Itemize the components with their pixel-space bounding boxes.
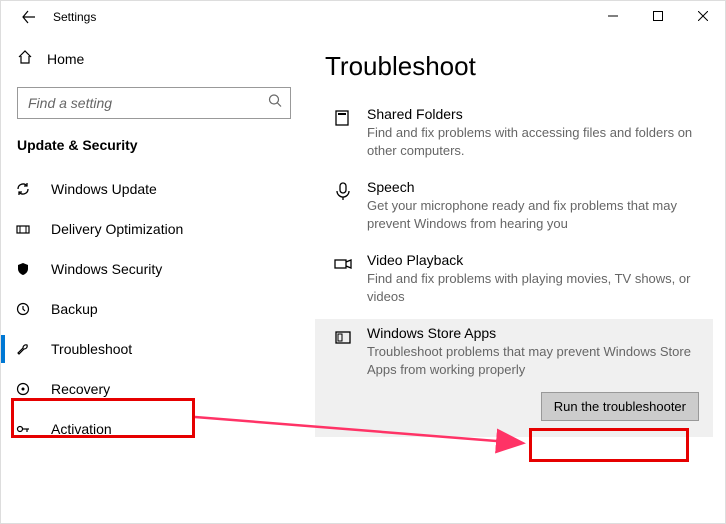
sidebar-item-delivery-optimization[interactable]: Delivery Optimization: [1, 209, 307, 249]
window-controls: [590, 1, 725, 31]
microphone-icon: [329, 179, 357, 232]
back-button[interactable]: [13, 1, 45, 33]
backup-icon: [13, 301, 33, 317]
entry-desc: Find and fix problems with accessing fil…: [367, 124, 699, 159]
sidebar-item-label: Recovery: [51, 381, 110, 397]
troubleshoot-entry-windows-store-apps[interactable]: Windows Store Apps Troubleshoot problems…: [315, 319, 713, 392]
maximize-icon: [653, 11, 663, 21]
troubleshoot-entry-video-playback[interactable]: Video Playback Find and fix problems wit…: [325, 246, 703, 319]
sidebar-home-label: Home: [47, 51, 84, 67]
home-icon: [17, 49, 33, 70]
entry-title: Speech: [367, 179, 699, 195]
search-input[interactable]: [18, 88, 290, 118]
maximize-button[interactable]: [635, 1, 680, 31]
sidebar-home[interactable]: Home: [17, 41, 291, 77]
video-icon: [329, 252, 357, 305]
entry-desc: Find and fix problems with playing movie…: [367, 270, 699, 305]
entry-title: Video Playback: [367, 252, 699, 268]
search-box[interactable]: [17, 87, 291, 119]
troubleshoot-entry-speech[interactable]: Speech Get your microphone ready and fix…: [325, 173, 703, 246]
sidebar-item-label: Delivery Optimization: [51, 221, 183, 237]
sidebar: Home Update & Security Windows Update De…: [1, 33, 307, 523]
sync-icon: [13, 181, 33, 197]
sidebar-category-header: Update & Security: [17, 137, 291, 153]
close-button[interactable]: [680, 1, 725, 31]
minimize-button[interactable]: [590, 1, 635, 31]
sidebar-item-backup[interactable]: Backup: [1, 289, 307, 329]
sidebar-item-windows-security[interactable]: Windows Security: [1, 249, 307, 289]
recovery-icon: [13, 381, 33, 397]
minimize-icon: [608, 11, 618, 21]
main-panel: Troubleshoot Shared Folders Find and fix…: [307, 33, 725, 523]
entry-title: Windows Store Apps: [367, 325, 699, 341]
page-title: Troubleshoot: [325, 51, 703, 82]
window-title: Settings: [53, 10, 96, 24]
wrench-icon: [13, 341, 33, 357]
folder-icon: [329, 106, 357, 159]
entry-desc: Get your microphone ready and fix proble…: [367, 197, 699, 232]
delivery-icon: [13, 221, 33, 237]
entry-desc: Troubleshoot problems that may prevent W…: [367, 343, 699, 378]
run-troubleshooter-button[interactable]: Run the troubleshooter: [541, 392, 699, 421]
sidebar-item-troubleshoot[interactable]: Troubleshoot: [1, 329, 307, 369]
entry-title: Shared Folders: [367, 106, 699, 122]
key-icon: [13, 421, 33, 437]
sidebar-item-label: Troubleshoot: [51, 341, 132, 357]
sidebar-item-label: Windows Security: [51, 261, 162, 277]
sidebar-item-label: Backup: [51, 301, 98, 317]
arrow-left-icon: [22, 10, 36, 24]
sidebar-item-label: Windows Update: [51, 181, 157, 197]
close-icon: [698, 11, 708, 21]
run-bar: Run the troubleshooter: [315, 392, 713, 437]
sidebar-item-recovery[interactable]: Recovery: [1, 369, 307, 409]
sidebar-item-activation[interactable]: Activation: [1, 409, 307, 449]
sidebar-item-windows-update[interactable]: Windows Update: [1, 169, 307, 209]
store-icon: [329, 325, 357, 378]
sidebar-item-label: Activation: [51, 421, 112, 437]
shield-icon: [13, 261, 33, 277]
troubleshoot-entry-shared-folders[interactable]: Shared Folders Find and fix problems wit…: [325, 100, 703, 173]
